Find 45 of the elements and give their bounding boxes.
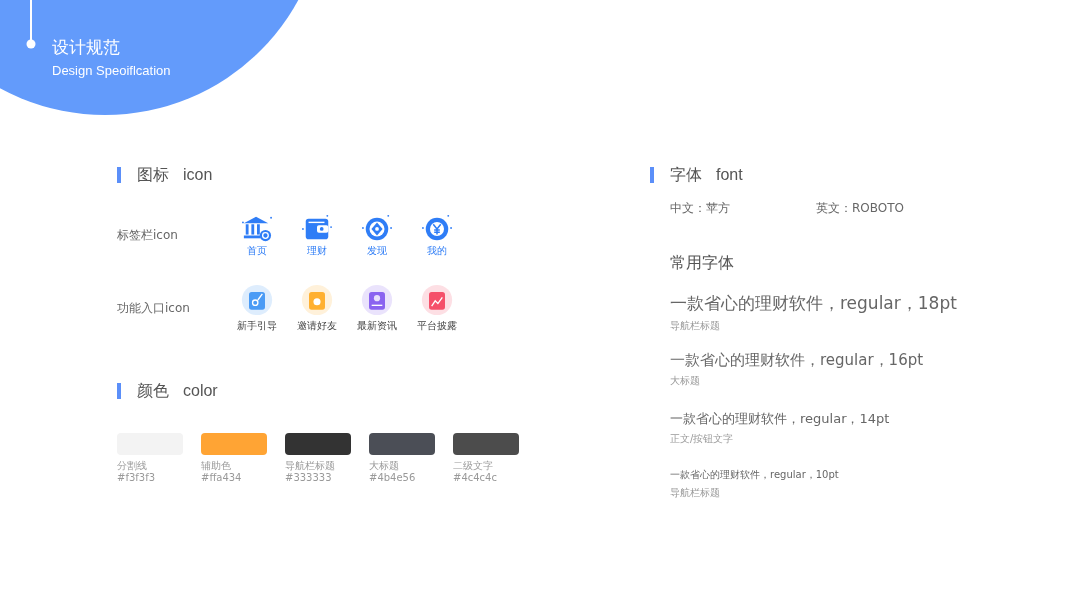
- section-heading-en: font: [716, 166, 743, 184]
- section-heading: 字体: [670, 164, 702, 186]
- font-sample: 一款省心的理财软件，regular，14pt: [670, 410, 891, 428]
- section-heading-en: icon: [183, 166, 213, 184]
- font-sample-caption: 正文/按钮文字: [670, 432, 735, 446]
- tab-icon-label: 发现: [367, 244, 387, 258]
- swatch-name: 导航栏标题: [285, 460, 336, 472]
- timeline-marker-icon: [26, 0, 36, 50]
- swatch-name: 辅助色: [201, 460, 232, 472]
- common-fonts-heading: 常用字体: [669, 253, 735, 274]
- yen-coin-icon: [420, 213, 454, 243]
- entry-icon-label: 平台披露: [417, 319, 457, 333]
- page-title: 设计规范: [52, 36, 121, 58]
- tab-icon-label: 我的: [427, 244, 447, 258]
- tab-icon-label: 理财: [307, 244, 327, 258]
- font-sample: 一款省心的理财软件，regular，10pt: [670, 468, 840, 482]
- font-sample-caption: 大标题: [670, 374, 701, 388]
- row-label: 标签栏icon: [117, 227, 179, 244]
- swatch-hex: #f3f3f3: [117, 472, 157, 484]
- section-heading: 图标: [137, 164, 169, 186]
- swatch-hex: #4b4e56: [369, 472, 417, 484]
- compass-icon: [360, 213, 394, 243]
- section-heading-en: color: [183, 382, 218, 400]
- font-sample: 一款省心的理财软件，regular，16pt: [670, 351, 925, 370]
- row-label: 功能入口icon: [117, 300, 191, 317]
- heading-bar: [650, 167, 654, 183]
- entry-icon-label: 新手引导: [237, 319, 277, 333]
- swatch-name: 大标题: [369, 460, 400, 472]
- entry-icon-label: 最新资讯: [357, 319, 397, 333]
- font-sample-caption: 导航栏标题: [670, 319, 721, 333]
- font-sample: 一款省心的理财软件，regular，18pt: [670, 292, 958, 315]
- chinese-font-label: 中文：苹方: [670, 200, 731, 217]
- heading-bar: [117, 167, 121, 183]
- entry-icon-label: 邀请好友: [297, 319, 337, 333]
- section-heading: 颜色: [137, 380, 169, 402]
- page-subtitle: Design Speoiflcation: [52, 63, 171, 78]
- heading-bar: [117, 383, 121, 399]
- tab-icon-label: 首页: [247, 244, 267, 258]
- swatch-hex: #ffa434: [201, 472, 243, 484]
- english-font-label: 英文：ROBOTO: [816, 200, 905, 217]
- swatch-name: 二级文字: [453, 460, 494, 472]
- swatch-hex: #333333: [285, 472, 333, 484]
- swatch-hex: #4c4c4c: [453, 472, 498, 484]
- font-sample-caption: 导航栏标题: [670, 486, 721, 500]
- swatch-name: 分割线: [117, 460, 148, 472]
